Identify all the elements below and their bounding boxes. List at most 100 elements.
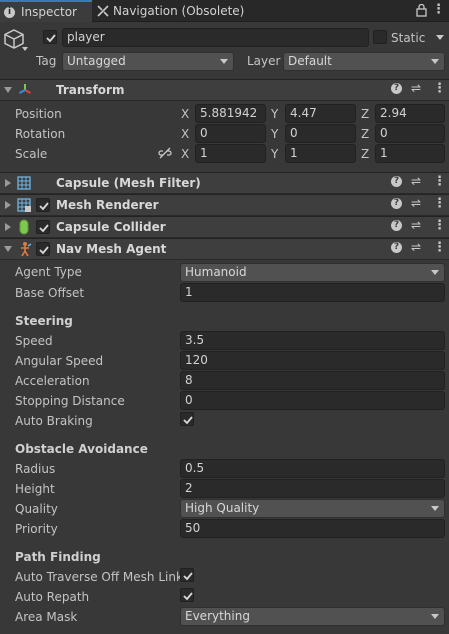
presets-icon[interactable]: ⇌ [411, 218, 421, 232]
auto-repath-checkbox[interactable] [180, 588, 194, 602]
nav-mesh-agent-header[interactable]: Nav Mesh Agent ? ⇌ ⋮ [0, 238, 449, 260]
rotation-y-input[interactable]: 0 [285, 124, 356, 143]
rotation-x-input[interactable]: 0 [195, 124, 266, 143]
radius-label: Radius [15, 462, 56, 476]
help-icon[interactable]: ? [391, 242, 402, 253]
component-menu-icon[interactable]: ⋮ [433, 174, 446, 189]
chevron-down-icon [220, 59, 228, 64]
scale-x-input[interactable]: 1 [195, 144, 266, 163]
mesh-filter-header[interactable]: Capsule (Mesh Filter) ? ⇌ ⋮ [0, 172, 449, 194]
mesh-renderer-enabled-checkbox[interactable] [36, 198, 50, 212]
chevron-down-icon [431, 270, 439, 275]
presets-icon[interactable]: ⇌ [411, 81, 421, 95]
quality-dropdown[interactable]: High Quality [180, 499, 445, 518]
help-icon[interactable]: ? [391, 83, 402, 94]
mesh-renderer-header[interactable]: Mesh Renderer ? ⇌ ⋮ [0, 194, 449, 216]
auto-traverse-checkbox[interactable] [180, 568, 194, 582]
object-name-input[interactable]: player [62, 28, 369, 47]
auto-repath-label: Auto Repath [15, 590, 90, 604]
component-menu-icon[interactable]: ⋮ [433, 240, 446, 255]
base-offset-input[interactable]: 1 [180, 283, 445, 302]
position-z-input[interactable]: 2.94 [375, 104, 445, 123]
acceleration-input[interactable]: 8 [180, 371, 445, 390]
scale-x-axis[interactable]: X [181, 147, 189, 161]
presets-icon[interactable]: ⇌ [411, 240, 421, 254]
position-x-axis[interactable]: X [181, 107, 189, 121]
acceleration-label: Acceleration [15, 374, 90, 388]
active-checkbox[interactable] [43, 30, 57, 44]
rotation-x-axis[interactable]: X [181, 127, 189, 141]
tab-inspector[interactable]: i Inspector [0, 0, 92, 22]
position-z-axis[interactable]: Z [361, 107, 369, 121]
agent-type-label: Agent Type [15, 265, 82, 279]
agent-type-value: Humanoid [185, 265, 247, 279]
tab-navigation-label: Navigation (Obsolete) [113, 4, 245, 18]
foldout-expanded-icon[interactable] [4, 87, 12, 93]
static-checkbox[interactable] [373, 30, 387, 44]
layer-value: Default [288, 54, 332, 68]
constrain-proportions-icon[interactable] [158, 147, 172, 159]
capsule-collider-enabled-checkbox[interactable] [36, 220, 50, 234]
nav-mesh-agent-enabled-checkbox[interactable] [36, 242, 50, 256]
help-icon[interactable]: ? [391, 176, 402, 187]
rotation-y-axis[interactable]: Y [271, 127, 278, 141]
component-menu-icon[interactable]: ⋮ [433, 218, 446, 233]
priority-label: Priority [15, 522, 58, 536]
help-icon[interactable]: ? [391, 198, 402, 209]
component-menu-icon[interactable]: ⋮ [433, 196, 446, 211]
scale-y-input[interactable]: 1 [285, 144, 356, 163]
transform-header[interactable]: Transform ? ⇌ ⋮ [0, 79, 449, 101]
speed-input[interactable]: 3.5 [180, 331, 445, 350]
scale-y-axis[interactable]: Y [271, 147, 278, 161]
capsule-collider-header[interactable]: Capsule Collider ? ⇌ ⋮ [0, 216, 449, 238]
static-dropdown-arrow[interactable] [436, 35, 444, 40]
position-y-axis[interactable]: Y [271, 107, 278, 121]
mesh-filter-icon [17, 176, 31, 190]
steering-section-header: Steering [15, 314, 73, 328]
foldout-collapsed-icon[interactable] [5, 223, 11, 231]
radius-input[interactable]: 0.5 [180, 459, 445, 478]
height-input[interactable]: 2 [180, 479, 445, 498]
base-offset-label: Base Offset [15, 286, 85, 300]
speed-label: Speed [15, 334, 53, 348]
capsule-collider-title: Capsule Collider [56, 220, 166, 234]
priority-input[interactable]: 50 [180, 519, 445, 538]
chevron-down-icon [431, 614, 439, 619]
tag-label: Tag [36, 54, 57, 68]
foldout-collapsed-icon[interactable] [5, 201, 11, 209]
rotation-z-axis[interactable]: Z [361, 127, 369, 141]
transform-icon [19, 84, 31, 94]
scale-z-axis[interactable]: Z [361, 147, 369, 161]
layer-dropdown[interactable]: Default [283, 52, 445, 71]
rotation-label: Rotation [15, 127, 66, 141]
position-y-input[interactable]: 4.47 [285, 104, 356, 123]
gameobject-icon-dropdown-arrow[interactable] [22, 47, 28, 51]
lock-icon[interactable] [416, 4, 427, 17]
navigation-icon [97, 5, 109, 17]
tag-value: Untagged [67, 54, 126, 68]
quality-value: High Quality [185, 501, 260, 515]
foldout-expanded-icon[interactable] [4, 246, 12, 252]
info-icon: i [4, 6, 15, 18]
help-icon[interactable]: ? [391, 220, 402, 231]
presets-icon[interactable]: ⇌ [411, 174, 421, 188]
auto-braking-checkbox[interactable] [180, 412, 194, 426]
angular-speed-input[interactable]: 120 [180, 351, 445, 370]
component-menu-icon[interactable]: ⋮ [433, 81, 446, 96]
position-label: Position [15, 107, 62, 121]
agent-type-dropdown[interactable]: Humanoid [180, 263, 445, 282]
position-x-input[interactable]: 5.881942 [195, 104, 266, 123]
presets-icon[interactable]: ⇌ [411, 196, 421, 210]
tab-navigation[interactable]: Navigation (Obsolete) [97, 0, 244, 22]
scale-z-input[interactable]: 1 [375, 144, 445, 163]
area-mask-dropdown[interactable]: Everything [180, 607, 445, 626]
nav-mesh-agent-icon [21, 242, 32, 257]
foldout-collapsed-icon[interactable] [5, 179, 11, 187]
more-options-icon[interactable]: ⋮ [432, 2, 445, 17]
stopping-distance-input[interactable]: 0 [180, 391, 445, 410]
tag-dropdown[interactable]: Untagged [62, 52, 234, 71]
rotation-z-input[interactable]: 0 [375, 124, 445, 143]
transform-title: Transform [56, 83, 125, 97]
layer-label: Layer [247, 54, 281, 68]
nav-mesh-agent-title: Nav Mesh Agent [56, 242, 167, 256]
